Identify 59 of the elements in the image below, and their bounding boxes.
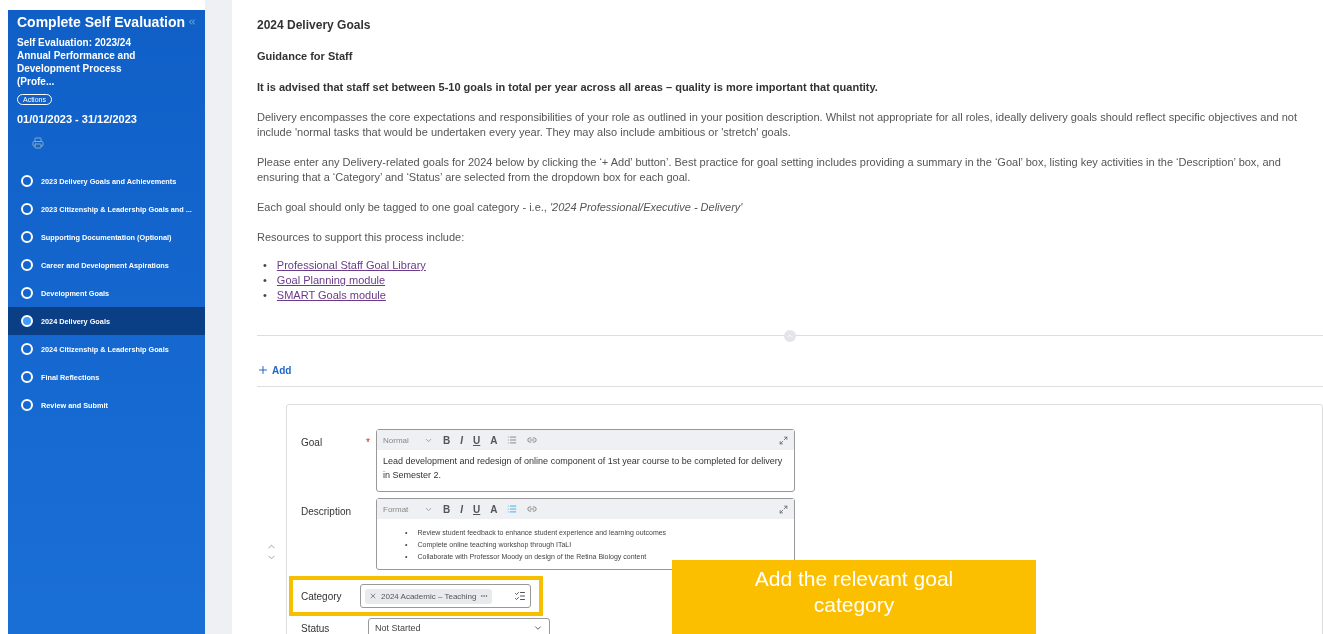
- period-label: 01/01/2023 - 31/12/2023: [16, 112, 138, 125]
- bullet-mark: •: [263, 258, 267, 273]
- step-circle-icon: [21, 259, 33, 271]
- format-tool[interactable]: B: [443, 503, 451, 515]
- format-tool[interactable]: U: [473, 434, 481, 446]
- field-label: Description: [301, 505, 353, 517]
- format-tool[interactable]: B: [443, 434, 451, 446]
- category-field[interactable]: 2024 Academic – Teaching: [360, 584, 531, 608]
- step-circle-icon: [21, 399, 33, 411]
- step-circle-icon: [21, 231, 33, 243]
- evaluation-subtitle: Self Evaluation: 2023/24 Annual Performance and Development Process (Profe...: [16, 36, 137, 88]
- goal-text: Lead development and redesign of online component of 1st year course to be completed for delivery in Semester 2.: [382, 455, 784, 482]
- guidance-text: Each goal should only be tagged to one goal category - i.e., '2024 Professional/Executive - Delivery': [257, 200, 744, 215]
- step-circle-icon: [21, 315, 33, 327]
- collapse-icon[interactable]: [187, 17, 197, 27]
- page-heading: 2024 Delivery Goals: [257, 18, 372, 32]
- guidance-text: Please enter any Delivery-related goals for 2024 below by clicking the ‘+ Add’ button’. Best practice for goal setting includes providing a summary in the ‘Goal’ box, listing key activities in the ‘Description’ box, and ensuring that a ‘Category’ and ‘Status’ are selected from the dropdown box for each goal.: [257, 155, 1282, 185]
- status-dropdown[interactable]: Not Started: [368, 618, 550, 634]
- step-circle-icon: [21, 287, 33, 299]
- sidebar-title: Complete Self Evaluation: [17, 14, 186, 30]
- format-tool[interactable]: I: [460, 503, 463, 515]
- expand-icon[interactable]: [779, 435, 788, 445]
- rich-text-editor[interactable]: [376, 498, 795, 570]
- bullet-mark: •: [263, 273, 267, 288]
- guidance-text: Resources to support this process include:: [257, 230, 466, 245]
- step-circle-icon: [21, 203, 33, 215]
- chevron-icon: [533, 623, 543, 633]
- category-tag[interactable]: 2024 Academic – Teaching: [365, 588, 493, 604]
- remove-icon[interactable]: [369, 592, 377, 600]
- format-tool[interactable]: A: [490, 434, 498, 446]
- resource-link[interactable]: Professional Staff Goal Library: [276, 258, 426, 273]
- field-label: Category: [301, 590, 343, 602]
- callout-banner: Add the relevant goal category: [672, 560, 1036, 634]
- bullet-mark: •: [263, 288, 267, 303]
- format-tool[interactable]: A: [490, 503, 498, 515]
- resource-link[interactable]: Goal Planning module: [276, 273, 386, 288]
- more-icon[interactable]: [480, 592, 489, 600]
- section-heading: Guidance for Staff: [257, 50, 354, 62]
- link-icon[interactable]: [527, 435, 538, 445]
- link-icon[interactable]: [527, 504, 538, 514]
- step-circle-icon: [21, 343, 33, 355]
- field-label: Goal: [301, 436, 324, 448]
- printer-icon[interactable]: [32, 137, 44, 149]
- expand-icon[interactable]: [779, 504, 788, 514]
- list-icon[interactable]: [514, 590, 526, 602]
- collapse-knob-icon[interactable]: [784, 330, 796, 342]
- guidance-text: It is advised that staff set between 5-10 goals in total per year across all areas – quality is more important that quantity.: [257, 80, 879, 95]
- guidance-text: Delivery encompasses the core expectations and responsibilities of your role as outlined in your position description. Whilst not appropriate for all roles, ideally delivery goals should reflect specific objectives and not include 'normal tasks that would be undertaken every year. They may also include ambitious or 'stretch' goals.: [257, 110, 1299, 140]
- rich-text-editor[interactable]: Normal B I U A Lead development and redesign of online component of 1st year course to be completed for delivery in Semester 2.: [376, 429, 795, 492]
- field-label: Status: [301, 622, 331, 634]
- resource-link[interactable]: SMART Goals module: [276, 288, 386, 303]
- plus-icon: [257, 364, 269, 376]
- format-tool[interactable]: U: [473, 503, 481, 515]
- format-tool[interactable]: I: [460, 434, 463, 446]
- step-circle-icon: [21, 175, 33, 187]
- format-dropdown[interactable]: Format: [383, 504, 433, 514]
- add-button[interactable]: Add: [257, 364, 292, 376]
- required-mark: *: [366, 437, 370, 448]
- step-circle-icon: [21, 371, 33, 383]
